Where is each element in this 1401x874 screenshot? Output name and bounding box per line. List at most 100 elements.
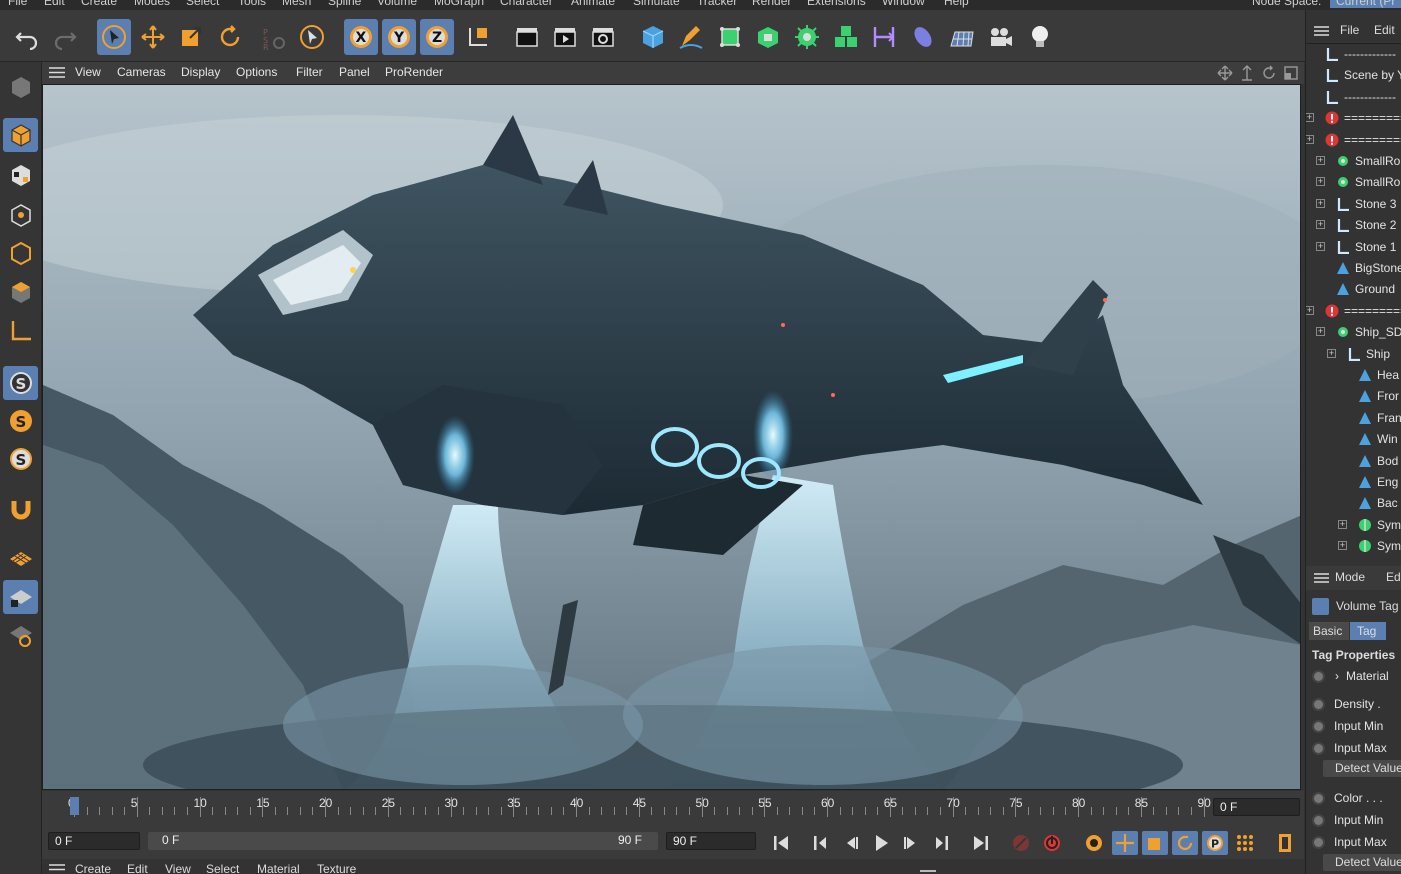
menu-mograph[interactable]: MoGraph <box>434 0 484 8</box>
detect-values-button[interactable]: Detect Values <box>1323 760 1401 777</box>
play-button[interactable] <box>868 831 894 855</box>
attribute-row[interactable]: Input Max <box>1306 738 1401 760</box>
previous-frame-button[interactable] <box>838 831 864 855</box>
align-workplane-button[interactable] <box>3 618 38 652</box>
viewport-3d[interactable] <box>42 84 1301 790</box>
pen-spline-button[interactable] <box>674 19 708 55</box>
camera-button[interactable] <box>984 19 1018 55</box>
menu-extensions[interactable]: Extensions <box>807 0 866 8</box>
coordinate-system-button[interactable] <box>461 19 495 55</box>
menu-simulate[interactable]: Simulate <box>633 0 680 8</box>
snap-button[interactable]: S <box>3 366 38 400</box>
points-mode-button[interactable] <box>3 198 38 232</box>
object-row[interactable]: Bac <box>1306 493 1401 514</box>
timeline-ruler[interactable]: 051015202530354045505560657075808590 0 F <box>42 791 1304 823</box>
menu-modes[interactable]: Modes <box>134 0 170 8</box>
chevron-right-icon[interactable]: › <box>1335 669 1339 683</box>
object-menu-file[interactable]: File <box>1340 23 1359 37</box>
z-axis-lock-button[interactable]: Z <box>420 19 454 55</box>
object-row[interactable]: Scene by Y <box>1306 65 1401 86</box>
material-menu-view[interactable]: View <box>165 862 191 874</box>
menu-animate[interactable]: Animate <box>571 0 615 8</box>
tab-basic[interactable]: Basic <box>1309 622 1349 640</box>
zoom-view-icon[interactable] <box>1239 65 1255 84</box>
attribute-row[interactable]: Color . . . <box>1306 788 1401 810</box>
object-row[interactable]: Ground <box>1306 279 1401 300</box>
subdivision-button[interactable] <box>713 19 747 55</box>
texture-mode-button[interactable] <box>3 158 38 192</box>
viewport-menu-panel[interactable]: Panel <box>339 65 370 79</box>
animate-radio[interactable] <box>1312 720 1325 733</box>
object-row[interactable]: + Sym <box>1306 515 1401 536</box>
magnet-button[interactable] <box>3 492 38 526</box>
viewport-menu-view[interactable]: View <box>75 65 101 79</box>
menu-render[interactable]: Render <box>752 0 791 8</box>
deformer-button[interactable] <box>867 19 901 55</box>
record-keys-button[interactable] <box>1008 831 1034 855</box>
floor-button[interactable] <box>945 19 979 55</box>
menu-tracker[interactable]: Tracker <box>697 0 737 8</box>
object-row[interactable]: Hea <box>1306 365 1401 386</box>
object-row[interactable]: + Stone 3 <box>1306 194 1401 215</box>
material-menu-material[interactable]: Material <box>257 862 300 874</box>
menu-select[interactable]: Select <box>186 0 219 8</box>
range-slider[interactable]: 0 F 90 F <box>148 832 658 850</box>
x-axis-lock-button[interactable]: X <box>344 19 378 55</box>
detect-values-row[interactable]: Detect Values <box>1306 854 1401 874</box>
viewport-menu-cameras[interactable]: Cameras <box>117 65 166 79</box>
menu-edit[interactable]: Edit <box>44 0 65 8</box>
material-menu-create[interactable]: Create <box>75 862 111 874</box>
object-row[interactable]: + Ship <box>1306 344 1401 365</box>
attribute-menu-mode[interactable]: Mode <box>1335 570 1365 584</box>
lock-workplane-button[interactable] <box>3 580 38 614</box>
render-settings-button[interactable] <box>586 19 620 55</box>
animate-radio[interactable] <box>1312 698 1325 711</box>
object-row[interactable]: Fror <box>1306 386 1401 407</box>
viewport-menu-filter[interactable]: Filter <box>296 65 323 79</box>
animate-radio[interactable] <box>1312 742 1325 755</box>
timeline-window-button[interactable] <box>1272 831 1298 855</box>
object-row[interactable]: + SmallRo <box>1306 151 1401 172</box>
object-row[interactable]: + Stone 2 <box>1306 215 1401 236</box>
hamburger-icon[interactable] <box>49 66 65 79</box>
edges-mode-button[interactable] <box>3 236 38 270</box>
attribute-row[interactable]: Input Min <box>1306 716 1401 738</box>
object-row[interactable]: + SmallRo <box>1306 172 1401 193</box>
menu-window[interactable]: Window <box>882 0 925 8</box>
cloner-button[interactable] <box>790 19 824 55</box>
node-space-dropdown[interactable]: Current (Pr <box>1330 0 1401 8</box>
next-frame-button[interactable] <box>898 831 924 855</box>
menu-character[interactable]: Character <box>500 0 553 8</box>
light-button[interactable] <box>1023 19 1057 55</box>
extrude-button[interactable] <box>751 19 785 55</box>
viewport-menu-prorender[interactable]: ProRender <box>385 65 443 79</box>
undo-button[interactable] <box>10 19 44 55</box>
psr-button[interactable]: PSR <box>256 19 290 55</box>
autokey-button[interactable] <box>1039 831 1065 855</box>
animate-radio[interactable] <box>1312 836 1325 849</box>
pan-view-icon[interactable] <box>1217 65 1233 84</box>
live-select-button[interactable] <box>97 19 131 55</box>
redo-button[interactable] <box>48 19 82 55</box>
expand-toggle-icon[interactable]: + <box>1306 305 1314 315</box>
object-row[interactable]: BigStone <box>1306 258 1401 279</box>
animate-radio[interactable] <box>1312 670 1325 683</box>
end-frame-field[interactable]: 90 F <box>666 832 756 850</box>
mograph-cubes-button[interactable] <box>829 19 863 55</box>
previous-key-button[interactable] <box>808 831 834 855</box>
rotate-view-icon[interactable] <box>1261 65 1277 84</box>
object-row[interactable]: + Ship_SD <box>1306 322 1401 343</box>
expand-toggle-icon[interactable]: + <box>1338 541 1347 551</box>
viewport-menu-display[interactable]: Display <box>181 65 220 79</box>
rotate-button[interactable] <box>213 19 247 55</box>
expand-toggle-icon[interactable]: + <box>1316 198 1325 208</box>
model-mode-button[interactable] <box>3 118 38 152</box>
attribute-row[interactable]: Input Max <box>1306 832 1401 854</box>
hamburger-icon[interactable] <box>920 866 936 874</box>
detect-values-row[interactable]: Detect Values <box>1306 760 1401 782</box>
tab-tag[interactable]: Tag <box>1350 622 1386 640</box>
object-row[interactable]: Win <box>1306 429 1401 450</box>
material-row[interactable]: › Material <box>1306 666 1401 688</box>
render-picture-viewer-button[interactable] <box>548 19 582 55</box>
hamburger-icon[interactable] <box>49 863 65 874</box>
